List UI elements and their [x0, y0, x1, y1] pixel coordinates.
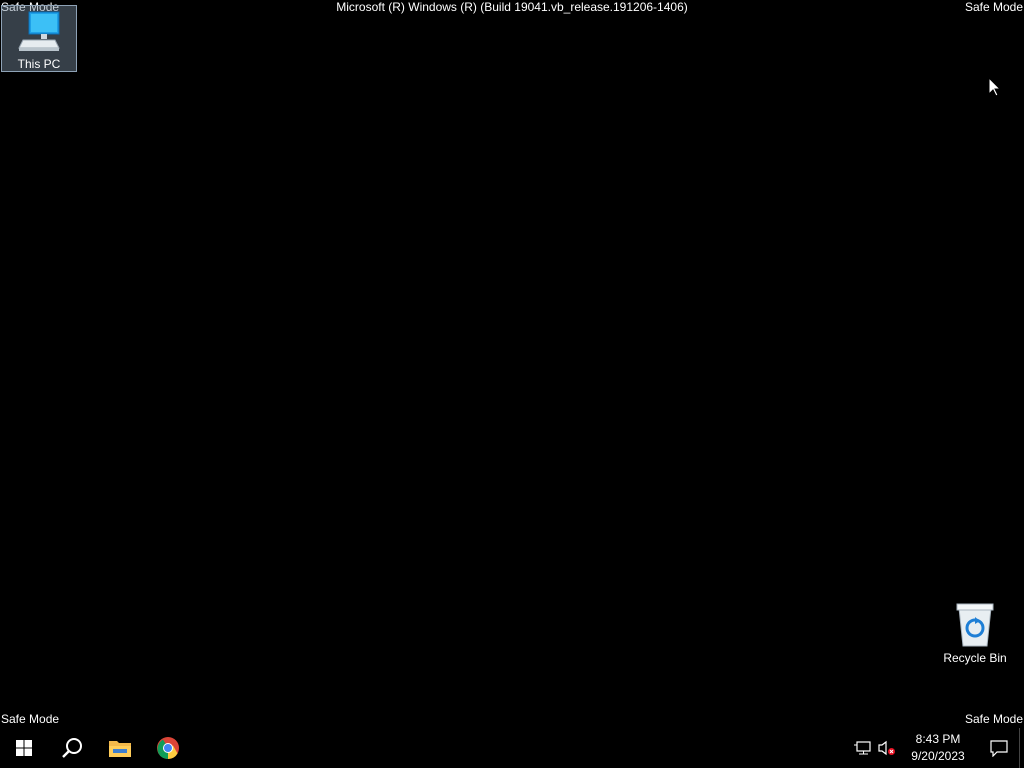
chrome-button[interactable]	[144, 728, 192, 768]
file-explorer-button[interactable]	[96, 728, 144, 768]
system-tray: 8:43 PM 9/20/2023	[851, 728, 1024, 768]
desktop-icon-this-pc[interactable]: This PC	[1, 5, 77, 72]
volume-tray-button[interactable]	[875, 728, 899, 768]
search-button[interactable]	[48, 728, 96, 768]
desktop-icon-label: Recycle Bin	[943, 651, 1007, 665]
clock-date: 9/20/2023	[911, 749, 965, 763]
notification-icon	[990, 740, 1008, 757]
safe-mode-watermark-bottom-right: Safe Mode	[964, 712, 1023, 726]
folder-icon	[109, 741, 131, 757]
windows-logo-icon	[16, 740, 32, 756]
clock-time: 8:43 PM	[915, 732, 961, 746]
action-center-button[interactable]	[979, 728, 1019, 768]
safe-mode-watermark-top-right: Safe Mode	[964, 0, 1023, 14]
network-icon	[854, 741, 871, 755]
chrome-icon	[157, 737, 179, 759]
mouse-cursor-icon	[989, 78, 1001, 97]
computer-icon	[18, 11, 60, 51]
search-icon	[62, 738, 82, 758]
network-tray-button[interactable]	[851, 728, 875, 768]
clock[interactable]: 8:43 PM 9/20/2023	[903, 731, 973, 765]
safe-mode-watermark-bottom-left: Safe Mode	[1, 712, 60, 726]
start-button[interactable]	[0, 728, 48, 768]
windows-build-watermark: Microsoft (R) Windows (R) (Build 19041.v…	[336, 0, 688, 14]
volume-muted-icon	[878, 740, 895, 756]
show-desktop-button[interactable]	[1019, 728, 1024, 768]
desktop-icon-recycle-bin[interactable]: Recycle Bin	[937, 602, 1013, 668]
desktop-icon-label: This PC	[17, 57, 61, 71]
recycle-bin-icon	[956, 603, 994, 647]
taskbar: 8:43 PM 9/20/2023	[0, 728, 1024, 768]
